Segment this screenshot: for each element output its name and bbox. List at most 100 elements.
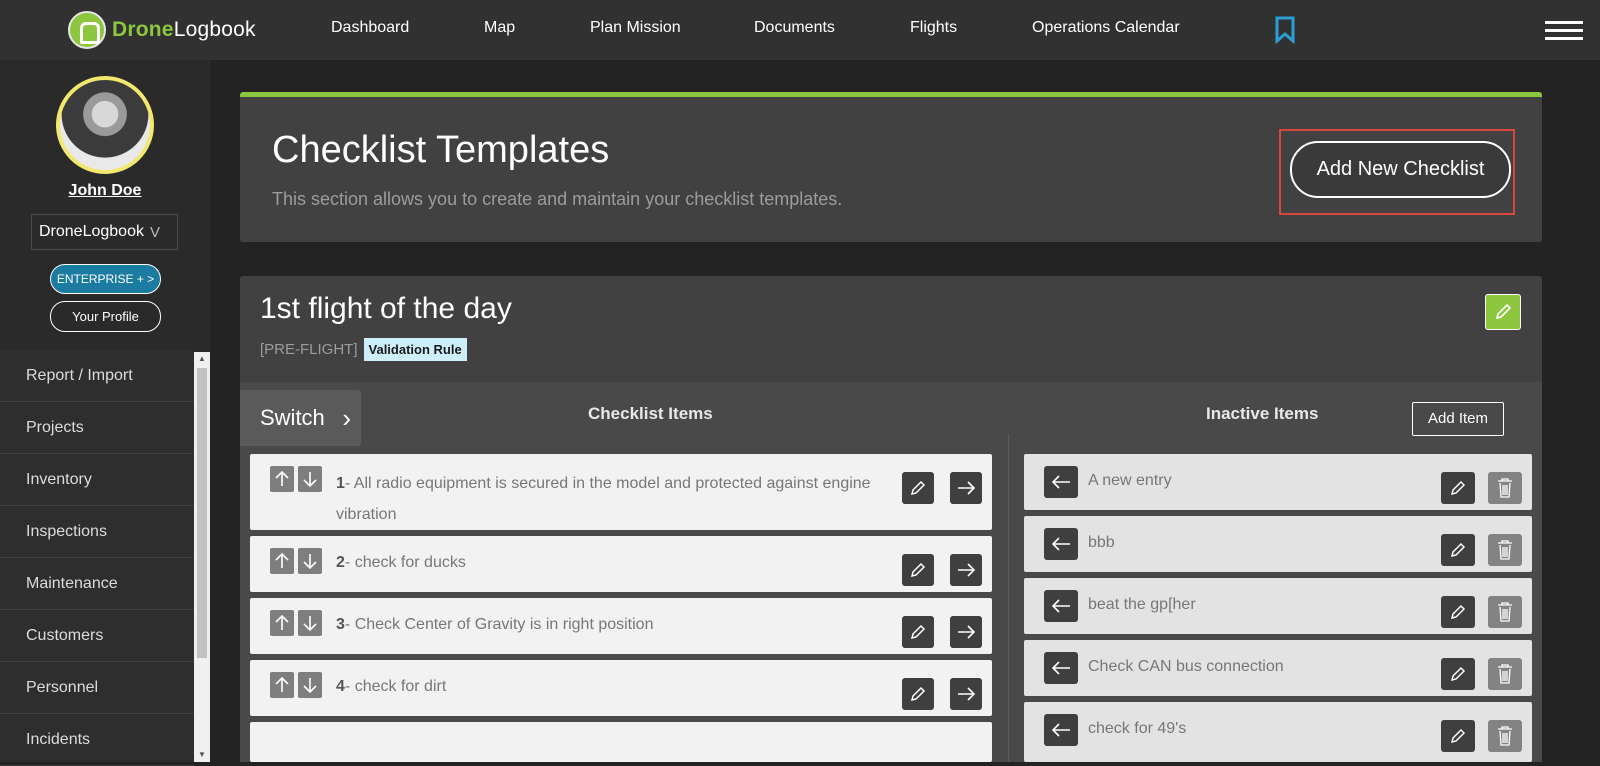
add-new-checklist-button[interactable]: Add New Checklist [1290,141,1511,198]
checklist-templates-header: Checklist Templates This section allows … [240,92,1542,242]
pencil-icon[interactable] [1441,596,1475,628]
move-up-icon[interactable] [270,466,294,492]
arrow-right-icon[interactable] [950,472,982,504]
nav-dashboard[interactable]: Dashboard [331,19,409,37]
hamburger-menu-icon[interactable] [1545,21,1583,40]
inactive-item: check for 49's [1024,702,1532,762]
pencil-icon[interactable] [902,554,934,586]
inactive-item-text: Check CAN bus connection [1088,658,1284,675]
sidebar-menu: Report / Import Projects Inventory Inspe… [0,350,194,766]
avatar[interactable] [56,76,154,174]
checklist-item-text: 1- All radio equipment is secured in the… [336,475,871,523]
checklist-item-text: 3- Check Center of Gravity is in right p… [336,616,654,633]
move-up-icon[interactable] [270,548,294,574]
top-navbar: DroneLogbook Dashboard Map Plan Mission … [0,0,1600,60]
page-title: Checklist Templates [272,129,610,171]
inactive-item: beat the gp[her [1024,578,1532,634]
checklist-body: Switch › Checklist Items Inactive Items … [240,382,1542,762]
move-down-icon[interactable] [298,548,322,574]
pencil-icon[interactable] [1441,472,1475,504]
pencil-icon[interactable] [1441,534,1475,566]
checklist-item-text: 2- check for ducks [336,554,466,571]
nav-flights[interactable]: Flights [910,19,957,37]
chevron-right-icon: › [342,403,351,433]
pencil-icon[interactable] [1441,720,1475,752]
username-link[interactable]: John Doe [0,182,210,200]
scrollbar-thumb[interactable] [197,368,207,658]
nav-operations-calendar[interactable]: Operations Calendar [1032,19,1180,37]
move-up-icon[interactable] [270,672,294,698]
trash-icon[interactable] [1488,720,1522,752]
logo-text: DroneLogbook [112,18,256,41]
drone-logo-icon [68,11,106,49]
move-down-icon[interactable] [298,672,322,698]
inactive-items-heading: Inactive Items [1206,404,1319,423]
inactive-item-text: check for 49's [1088,720,1187,737]
arrow-right-icon[interactable] [950,616,982,648]
sidebar-item-personnel[interactable]: Personnel [0,662,194,714]
nav-map[interactable]: Map [484,19,515,37]
bookmark-icon[interactable] [1274,16,1296,44]
trash-icon[interactable] [1488,596,1522,628]
add-item-button[interactable]: Add Item [1412,402,1504,436]
checklist-tags: [PRE-FLIGHT] Validation Rule [260,338,467,361]
arrow-right-icon[interactable] [950,678,982,710]
scroll-down-icon[interactable]: ▼ [194,748,210,762]
your-profile-button[interactable]: Your Profile [50,301,161,332]
arrow-right-icon[interactable] [950,554,982,586]
checklist-item: 4- check for dirt [250,660,992,716]
move-down-icon[interactable] [298,610,322,636]
sidebar-item-inspections[interactable]: Inspections [0,506,194,558]
checklist-item [250,722,992,762]
dronelogbook-logo[interactable]: DroneLogbook [68,10,256,50]
sidebar-item-inventory[interactable]: Inventory [0,454,194,506]
inactive-item: Check CAN bus connection [1024,640,1532,696]
organization-select-value: DroneLogbook [39,223,144,240]
arrow-left-icon[interactable] [1044,590,1078,622]
arrow-left-icon[interactable] [1044,528,1078,560]
inactive-item-text: bbb [1088,534,1115,551]
sidebar-item-incidents[interactable]: Incidents [0,714,194,766]
trash-icon[interactable] [1488,658,1522,690]
edit-checklist-button[interactable] [1485,294,1521,330]
sidebar: John Doe DroneLogbook V ENTERPRISE + > Y… [0,60,210,766]
checklist-type-tag: [PRE-FLIGHT] [260,341,358,358]
checklist-items-heading: Checklist Items [588,404,713,423]
arrow-left-icon[interactable] [1044,466,1078,498]
page-description: This section allows you to create and ma… [272,189,843,209]
nav-plan-mission[interactable]: Plan Mission [590,19,681,37]
move-down-icon[interactable] [298,466,322,492]
checklist-item: 1- All radio equipment is secured in the… [250,454,992,530]
sidebar-item-maintenance[interactable]: Maintenance [0,558,194,610]
move-up-icon[interactable] [270,610,294,636]
column-divider [1008,434,1009,762]
checklist-item: 2- check for ducks [250,536,992,592]
sidebar-item-report-import[interactable]: Report / Import [0,350,194,402]
pencil-icon [1495,303,1512,320]
pencil-icon[interactable] [1441,658,1475,690]
pencil-icon[interactable] [902,472,934,504]
enterprise-badge-button[interactable]: ENTERPRISE + > [50,264,161,294]
chevron-down-icon: V [149,223,160,241]
organization-select[interactable]: DroneLogbook V [31,214,178,250]
pencil-icon[interactable] [902,616,934,648]
sidebar-item-customers[interactable]: Customers [0,610,194,662]
arrow-left-icon[interactable] [1044,652,1078,684]
checklist-item-text: 4- check for dirt [336,678,447,695]
inactive-item: A new entry [1024,454,1532,510]
trash-icon[interactable] [1488,472,1522,504]
checklist-item: 3- Check Center of Gravity is in right p… [250,598,992,654]
validation-rule-badge[interactable]: Validation Rule [363,338,467,361]
nav-documents[interactable]: Documents [754,19,835,37]
switch-label: Switch [260,405,325,430]
sidebar-scrollbar[interactable]: ▲ ▼ [194,352,210,762]
inactive-item-text: A new entry [1088,472,1172,489]
switch-button[interactable]: Switch › [240,390,361,446]
trash-icon[interactable] [1488,534,1522,566]
arrow-left-icon[interactable] [1044,714,1078,746]
inactive-item: bbb [1024,516,1532,572]
scroll-up-icon[interactable]: ▲ [194,352,210,366]
sidebar-item-projects[interactable]: Projects [0,402,194,454]
checklist-title: 1st flight of the day [260,292,512,325]
pencil-icon[interactable] [902,678,934,710]
